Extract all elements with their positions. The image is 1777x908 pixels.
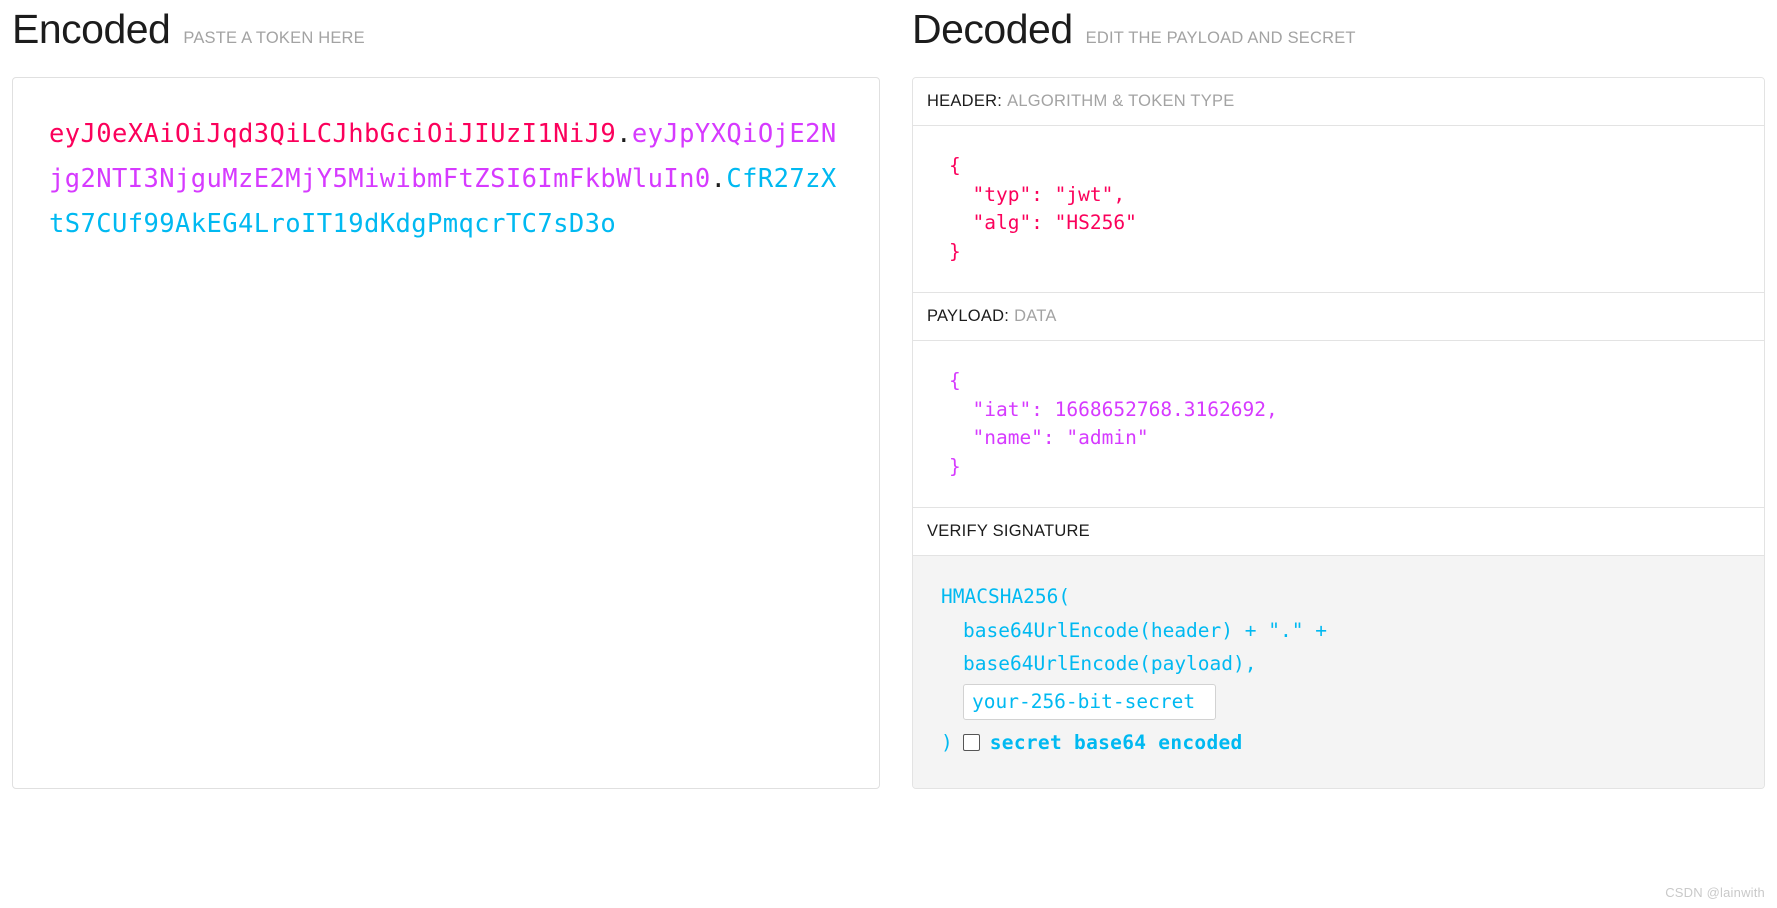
header-section-label-sub: ALGORITHM & TOKEN TYPE — [1007, 92, 1235, 110]
decoded-subtitle: EDIT THE PAYLOAD AND SECRET — [1085, 29, 1356, 47]
decoded-sections: HEADER: ALGORITHM & TOKEN TYPE { "typ": "… — [912, 77, 1765, 789]
signature-verify-area: HMACSHA256( base64UrlEncode(header) + ".… — [913, 556, 1764, 788]
encoded-heading: Encoded PASTE A TOKEN HERE — [12, 0, 892, 62]
decoded-column: Decoded EDIT THE PAYLOAD AND SECRET HEAD… — [912, 0, 1765, 908]
encoded-title: Encoded — [12, 6, 171, 52]
closing-paren: ) — [941, 730, 953, 754]
token-dot-separator-2: . — [710, 164, 727, 194]
jwt-debugger-page: Encoded PASTE A TOKEN HERE eyJ0eXAiOiJqd… — [0, 0, 1777, 908]
signature-section-label-main: VERIFY SIGNATURE — [927, 522, 1090, 540]
watermark-text: CSDN @lainwith — [1665, 885, 1765, 900]
token-dot-separator-1: . — [616, 119, 632, 149]
signature-closing-row: ) secret base64 encoded — [941, 726, 1750, 760]
payload-json-editor[interactable]: { "iat": 1668652768.3162692, "name": "ad… — [913, 341, 1764, 508]
secret-base64-checkbox[interactable] — [962, 733, 980, 751]
encoded-token-box[interactable]: eyJ0eXAiOiJqd3QiLCJhbGciOiJIUzI1NiJ9.eyJ… — [12, 77, 880, 789]
signature-section-label: VERIFY SIGNATURE — [913, 508, 1764, 556]
secret-input[interactable] — [963, 683, 1216, 720]
payload-section-label-main: PAYLOAD: — [927, 307, 1010, 325]
hmac-function-line: HMACSHA256( — [941, 585, 1071, 608]
header-section-label-main: HEADER: — [927, 92, 1003, 110]
encoded-subtitle: PASTE A TOKEN HERE — [183, 29, 365, 47]
base64-payload-line: base64UrlEncode(payload), — [963, 652, 1257, 675]
token-header-segment: eyJ0eXAiOiJqd3QiLCJhbGciOiJIUzI1NiJ9 — [49, 119, 617, 149]
payload-section-label-sub: DATA — [1014, 307, 1057, 325]
encoded-token-text[interactable]: eyJ0eXAiOiJqd3QiLCJhbGciOiJIUzI1NiJ9.eyJ… — [49, 112, 843, 247]
header-json-editor[interactable]: { "typ": "jwt", "alg": "HS256" } — [913, 126, 1764, 293]
payload-section-label: PAYLOAD: DATA — [913, 293, 1764, 341]
encoded-column: Encoded PASTE A TOKEN HERE eyJ0eXAiOiJqd… — [12, 0, 892, 908]
decoded-title: Decoded — [912, 6, 1073, 52]
header-section-label: HEADER: ALGORITHM & TOKEN TYPE — [913, 78, 1764, 126]
secret-base64-label[interactable]: secret base64 encoded — [990, 726, 1243, 760]
secret-input-row — [941, 683, 1750, 720]
decoded-heading: Decoded EDIT THE PAYLOAD AND SECRET — [912, 0, 1765, 62]
base64-header-line: base64UrlEncode(header) + "." + — [963, 618, 1327, 642]
